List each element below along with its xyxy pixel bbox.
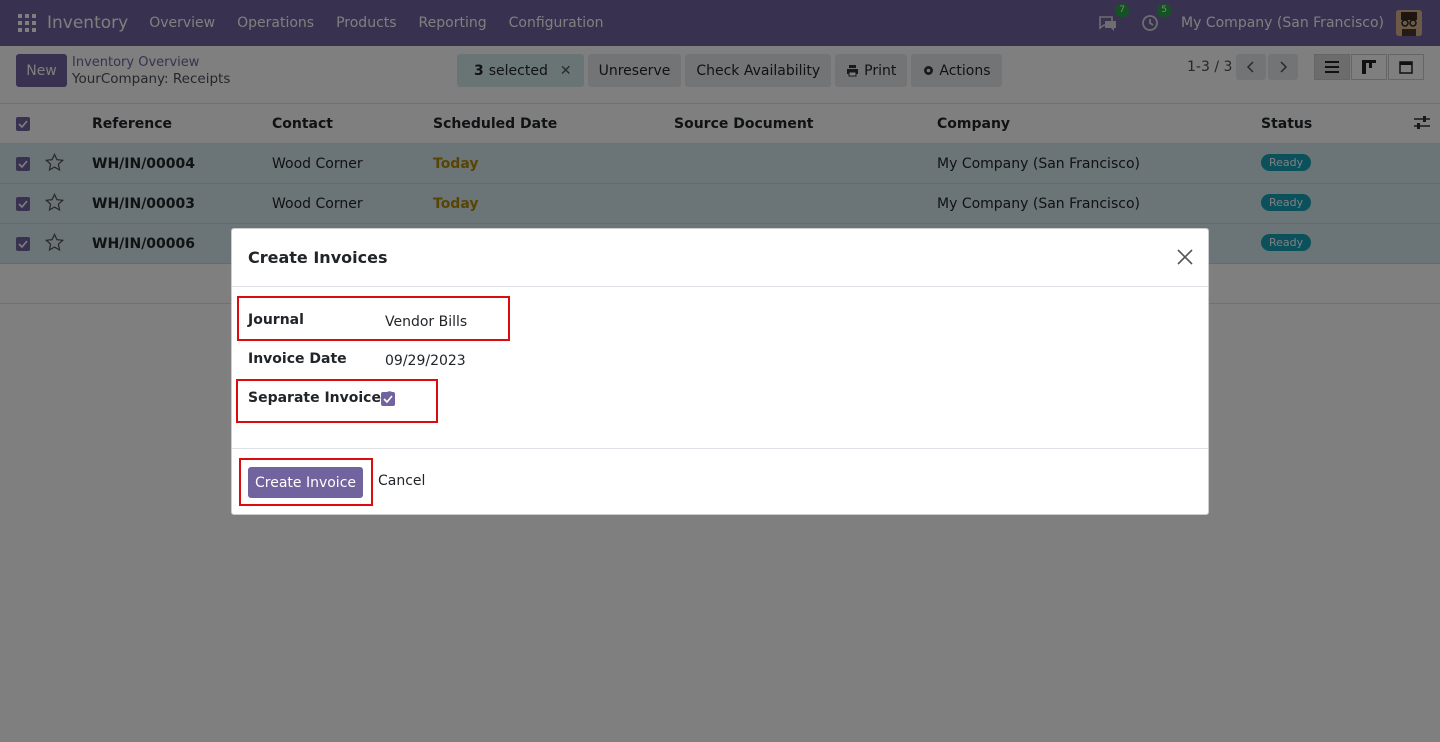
dialog-title: Create Invoices (248, 248, 388, 267)
dialog-header: Create Invoices (232, 229, 1208, 287)
invoice-date-field[interactable]: 09/29/2023 (385, 353, 466, 369)
separate-invoice-label: Separate Invoice ? (248, 390, 394, 406)
journal-label: Journal (248, 312, 304, 328)
separate-invoice-checkbox[interactable] (381, 392, 395, 406)
checkmark-icon (383, 395, 393, 403)
cancel-button[interactable]: Cancel (378, 473, 425, 489)
dialog-body: Journal Vendor Bills Invoice Date 09/29/… (232, 287, 1208, 449)
create-invoices-dialog: Create Invoices Journal Vendor Bills Inv… (231, 228, 1209, 515)
journal-field[interactable]: Vendor Bills (385, 314, 467, 330)
create-invoice-button[interactable]: Create Invoice (248, 467, 363, 498)
invoice-date-label: Invoice Date (248, 351, 347, 367)
close-icon[interactable] (1176, 248, 1194, 266)
